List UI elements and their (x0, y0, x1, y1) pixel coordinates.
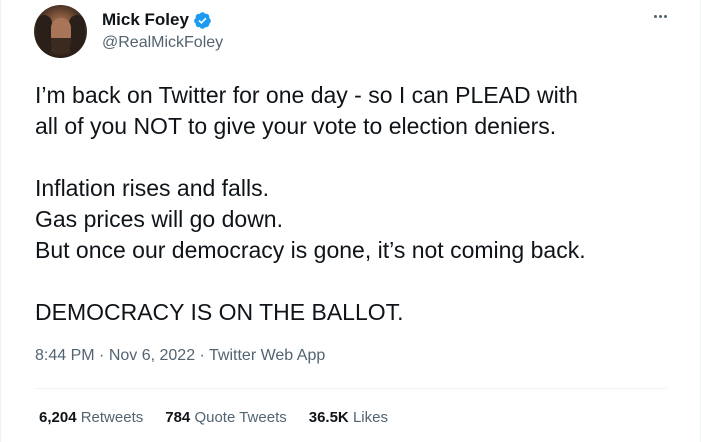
avatar[interactable] (34, 5, 87, 58)
tweet-line: Inflation rises and falls. (35, 175, 269, 201)
quote-tweets-label: Quote Tweets (194, 409, 287, 426)
likes-label: Likes (352, 409, 388, 426)
more-options-icon[interactable] (647, 6, 673, 26)
tweet-line: I’m back on Twitter for one day - so I c… (35, 82, 578, 108)
retweets-count: 6,204 (39, 409, 77, 426)
user-name-text[interactable]: Mick Foley (102, 10, 189, 30)
verified-badge-icon (194, 11, 211, 29)
user-name[interactable]: Mick Foley (102, 10, 212, 30)
meta-separator: · (195, 347, 210, 364)
quote-tweets-count: 784 (165, 409, 191, 426)
tweet-source-app[interactable]: Twitter Web App (209, 347, 325, 364)
likes-stat[interactable]: 36.5K Likes (309, 409, 388, 426)
tweet-time[interactable]: 8:44 PM (35, 347, 95, 364)
tweet-text: I’m back on Twitter for one day - so I c… (35, 80, 685, 328)
meta-separator: · (94, 347, 109, 364)
retweets-label: Retweets (80, 409, 144, 426)
tweet-line: all of you NOT to give your vote to elec… (35, 113, 557, 139)
tweet-card: Mick Foley @RealMickFoley I’m back on Tw… (0, 0, 701, 442)
tweet-line: Gas prices will go down. (35, 206, 283, 232)
user-handle[interactable]: @RealMickFoley (102, 34, 223, 52)
quote-tweets-stat[interactable]: 784 Quote Tweets (165, 409, 286, 426)
tweet-stats: 6,204 Retweets 784 Quote Tweets 36.5K Li… (39, 409, 388, 426)
tweet-date[interactable]: Nov 6, 2022 (109, 347, 195, 364)
divider (35, 388, 667, 389)
tweet-line: DEMOCRACY IS ON THE BALLOT. (35, 299, 404, 325)
likes-count: 36.5K (308, 409, 349, 426)
tweet-line: But once our democracy is gone, it’s not… (35, 237, 586, 263)
retweets-stat[interactable]: 6,204 Retweets (39, 409, 143, 426)
tweet-meta: 8:44 PM · Nov 6, 2022 · Twitter Web App (35, 347, 325, 365)
